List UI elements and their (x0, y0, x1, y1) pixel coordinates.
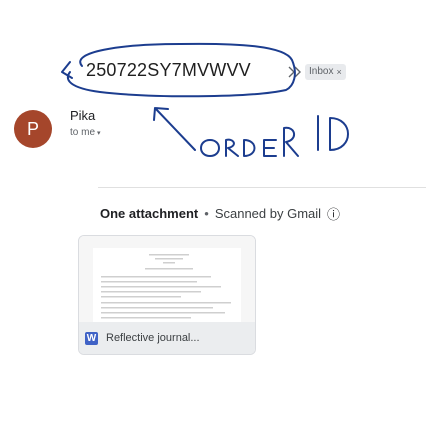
email-subject: 250722SY7MVWVV (86, 60, 251, 80)
label-chip-text: Inbox (309, 66, 334, 77)
attachment-card[interactable]: W Reflective journal... (78, 235, 256, 355)
attachment-footer[interactable]: W Reflective journal... (79, 322, 255, 354)
scan-note: Scanned by Gmail (214, 206, 322, 221)
word-doc-icon: W (85, 331, 98, 345)
info-icon[interactable]: ⓘ (327, 204, 340, 223)
sender-name[interactable]: Pika (70, 108, 140, 123)
divider (98, 187, 426, 188)
importance-marker-icon[interactable] (288, 66, 304, 78)
annotation-letters (200, 115, 349, 157)
avatar[interactable]: P (14, 110, 52, 148)
remove-label-icon[interactable]: × (336, 64, 341, 80)
attachment-thumbnail (79, 236, 255, 324)
recipient-details-toggle[interactable]: to me ▾ (70, 127, 140, 138)
attachment-file-name[interactable]: Reflective journal... (106, 332, 200, 344)
recipient-label: to me (70, 127, 96, 138)
inbox-label-chip[interactable]: Inbox × (305, 64, 346, 80)
sender-block: Pika to me ▾ (70, 108, 140, 138)
preview-text-lines (101, 254, 231, 319)
attachments-header: One attachment • Scanned by Gmail ⓘ (100, 204, 340, 223)
separator: • (204, 206, 209, 221)
annotation-arrow (153, 107, 196, 151)
chevron-down-icon: ▾ (97, 129, 101, 137)
document-preview (93, 248, 241, 324)
attachment-count: One attachment (100, 206, 199, 221)
